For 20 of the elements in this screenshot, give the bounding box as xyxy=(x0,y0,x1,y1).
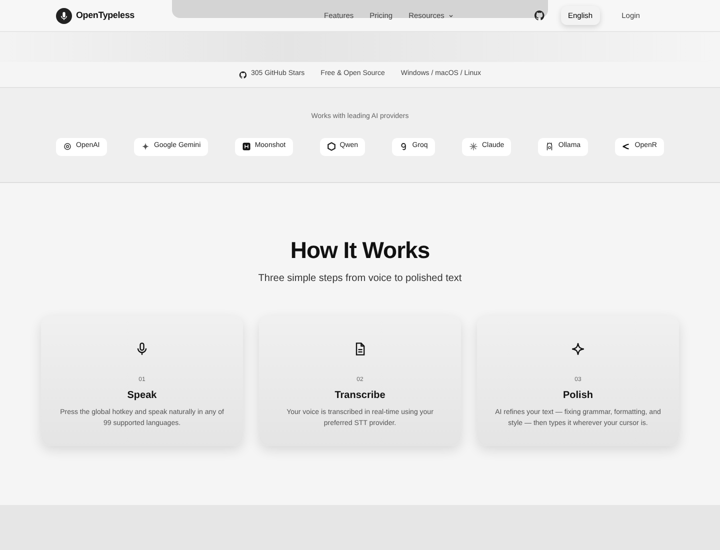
starburst-logo-icon xyxy=(469,142,478,151)
step-title: Polish xyxy=(562,388,593,403)
brand-name[interactable]: OpenTypeless xyxy=(76,8,134,22)
microphone-icon xyxy=(135,342,149,356)
sparkle-logo-icon xyxy=(140,142,150,151)
step-title: Transcribe xyxy=(334,388,386,403)
arrows-logo-icon xyxy=(622,142,631,151)
github-icon xyxy=(238,70,247,78)
github-icon[interactable] xyxy=(534,10,545,21)
sparkle-icon xyxy=(571,342,585,356)
llama-logo-icon xyxy=(545,142,554,151)
section-title: How It Works xyxy=(290,237,430,265)
section-subtitle: Three simple steps from voice to polished text xyxy=(258,272,462,286)
microphone-logo-icon xyxy=(56,8,72,24)
letter-square-logo-icon xyxy=(242,142,251,151)
document-icon xyxy=(353,342,367,356)
chevron-down-icon xyxy=(448,12,454,18)
hexagon-logo-icon xyxy=(326,142,336,151)
step-title: Speak xyxy=(127,388,157,403)
g-logo-icon xyxy=(399,142,408,151)
